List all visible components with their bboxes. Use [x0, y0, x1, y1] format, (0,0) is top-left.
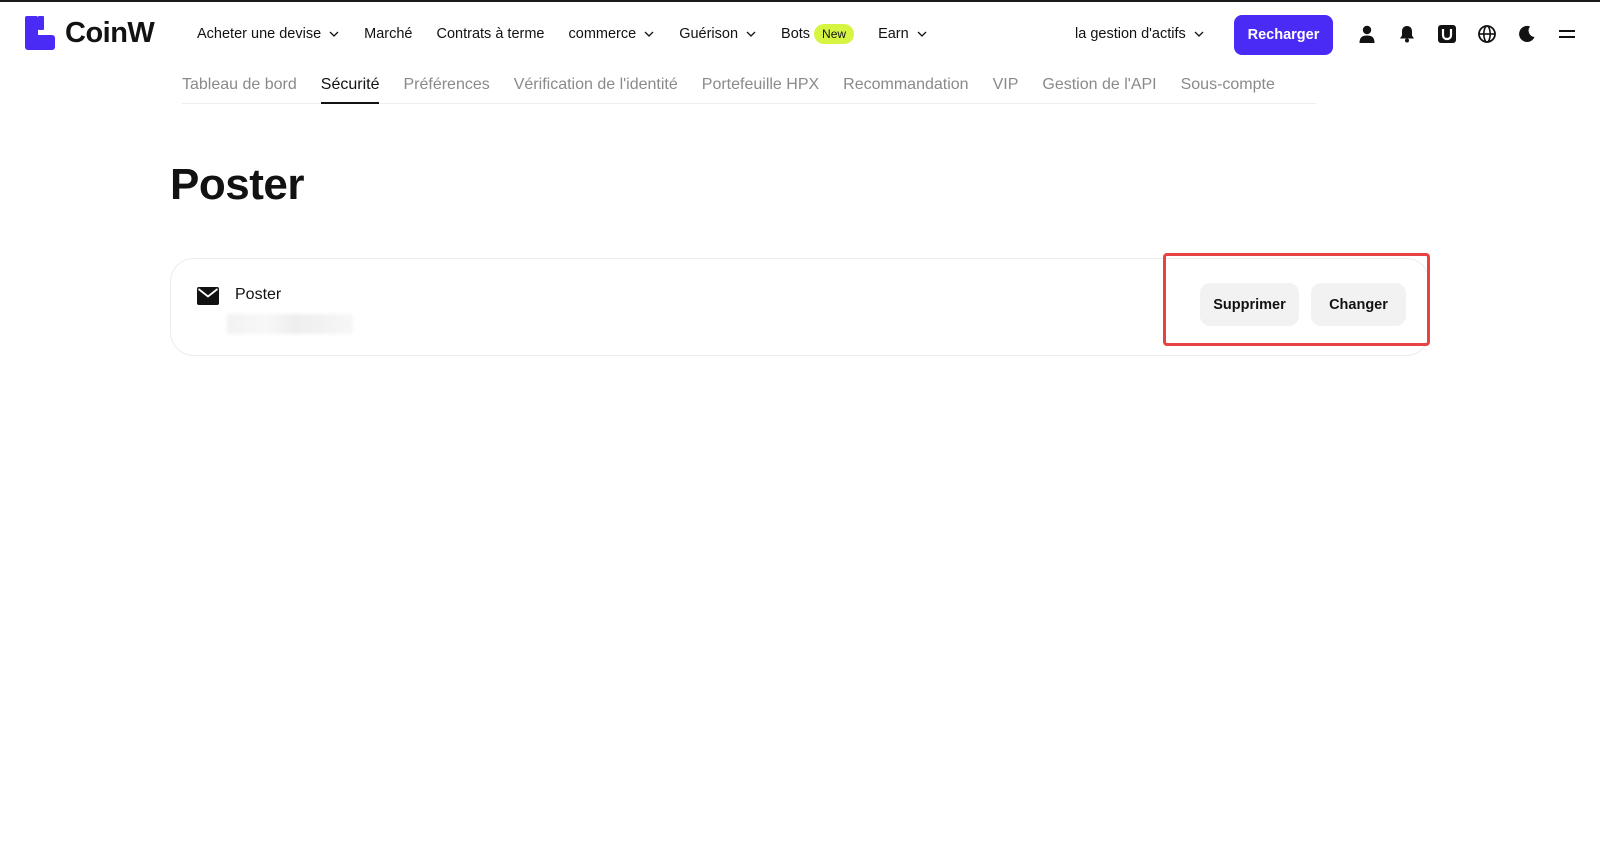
nav-bots[interactable]: Bots New	[781, 24, 855, 44]
account-tabs: Tableau de bord Sécurité Préférences Vér…	[182, 66, 1316, 104]
coinw-logo[interactable]: CoinW	[25, 16, 155, 50]
new-badge: New	[814, 24, 855, 44]
chevron-down-icon	[1194, 31, 1204, 37]
tab-dashboard[interactable]: Tableau de bord	[182, 66, 297, 104]
nav-label: la gestion d'actifs	[1075, 26, 1186, 42]
nav-buy-crypto[interactable]: Acheter une devise	[197, 26, 340, 42]
nav-label: Guérison	[679, 26, 739, 42]
tab-sub-account[interactable]: Sous-compte	[1181, 66, 1275, 104]
change-button[interactable]: Changer	[1311, 283, 1406, 326]
moon-icon[interactable]	[1517, 24, 1537, 44]
tab-referral[interactable]: Recommandation	[843, 66, 968, 104]
main-nav: Acheter une devise Marché Contrats à ter…	[197, 2, 952, 66]
chevron-down-icon	[329, 31, 339, 37]
email-value-redacted	[227, 314, 353, 334]
nav-label: Acheter une devise	[197, 26, 322, 42]
chevron-down-icon	[746, 31, 756, 37]
coinw-logo-icon	[25, 16, 55, 50]
tab-preferences[interactable]: Préférences	[403, 66, 489, 104]
tab-api-management[interactable]: Gestion de l'API	[1042, 66, 1156, 104]
nav-healing[interactable]: Guérison	[679, 26, 757, 42]
nav-market[interactable]: Marché	[364, 26, 412, 42]
menu-icon[interactable]	[1557, 24, 1577, 44]
nav-earn[interactable]: Earn	[878, 26, 928, 42]
user-icon[interactable]	[1357, 24, 1377, 44]
nav-label: commerce	[568, 26, 637, 42]
bell-icon[interactable]	[1397, 24, 1417, 44]
nav-asset-management[interactable]: la gestion d'actifs	[1075, 2, 1205, 66]
nav-label: Earn	[878, 26, 909, 42]
nav-label: Marché	[364, 26, 413, 42]
nav-trade[interactable]: commerce	[569, 26, 656, 42]
chevron-down-icon	[917, 31, 927, 37]
delete-button[interactable]: Supprimer	[1200, 283, 1299, 326]
page-title: Poster	[170, 160, 304, 209]
mail-icon	[197, 287, 219, 305]
tab-vip[interactable]: VIP	[993, 66, 1019, 104]
tab-security[interactable]: Sécurité	[320, 66, 379, 104]
email-label: Poster	[235, 286, 282, 303]
globe-icon[interactable]	[1477, 24, 1497, 44]
download-icon[interactable]	[1437, 24, 1457, 44]
recharge-button[interactable]: Recharger	[1234, 15, 1333, 55]
nav-futures[interactable]: Contrats à terme	[437, 26, 545, 42]
nav-label: Contrats à terme	[436, 26, 545, 42]
chevron-down-icon	[644, 31, 654, 37]
nav-label: Bots	[781, 26, 811, 42]
brand-name: CoinW	[65, 16, 155, 49]
tab-identity-verification[interactable]: Vérification de l'identité	[514, 66, 678, 104]
tab-hpx-wallet[interactable]: Portefeuille HPX	[702, 66, 819, 104]
top-navbar: CoinW Acheter une devise Marché Contrats…	[0, 2, 1600, 66]
